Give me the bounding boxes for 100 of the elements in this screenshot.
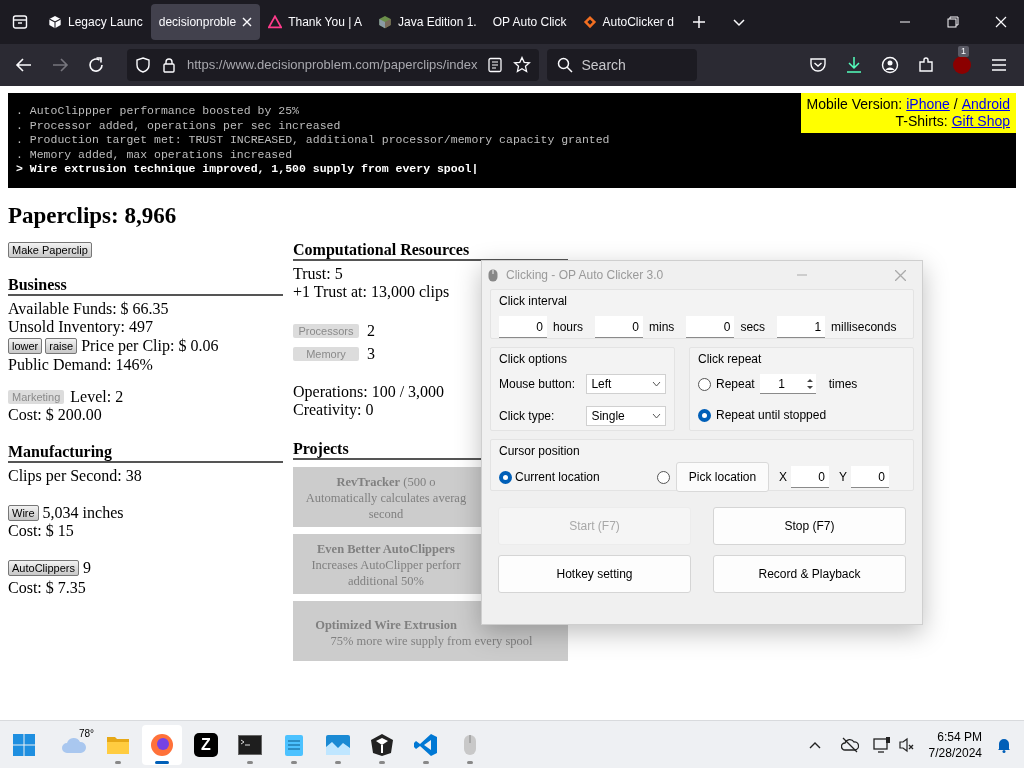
shield-icon[interactable] [135,57,151,73]
clock-date: 7/28/2024 [928,744,982,761]
browser-tab[interactable]: decisionproble [150,4,261,40]
next-trust-text: +1 Trust at: 13,000 clips [293,283,450,301]
project-description: second [367,506,405,522]
dropdown[interactable]: Single [586,406,666,426]
grass-block-icon [378,15,392,29]
action-button[interactable]: Hotkey setting [498,555,691,593]
search-field[interactable]: Search [547,49,698,81]
action-button[interactable]: Record & Playback [713,555,906,593]
clock-time: 6:54 PM [937,728,982,745]
number-field[interactable]: 0 [499,316,547,338]
wire-amount-text: 5,034 inches [42,504,124,522]
weather-temperature: 78° [78,726,94,741]
tab-title: Legacy Launc [68,14,143,31]
dropdown[interactable]: Left [586,374,666,394]
spinner-field[interactable]: 1 [759,374,816,394]
tab-list-icon[interactable] [12,14,28,30]
action-button[interactable]: Stop (F7) [713,507,906,545]
monitor-icon[interactable] [872,736,891,753]
radio-label: Repeat [716,376,755,393]
page-title: Paperclips: 8,966 [8,203,178,229]
speaker-muted-icon[interactable] [898,736,915,753]
app-icon[interactable]: Z [194,732,218,757]
iphone-link[interactable]: iPhone [906,96,950,113]
number-field[interactable]: 0 [686,316,735,338]
browser-tab[interactable]: Java Edition 1. [370,4,485,40]
cube-icon [48,15,62,29]
lower-price-button[interactable]: lower [8,338,43,354]
back-icon[interactable] [15,56,33,74]
cloud-off-icon[interactable] [840,736,859,753]
link-separator: / [953,96,958,113]
tab-title: Thank You | A [288,14,362,31]
raise-price-button[interactable]: raise [45,338,78,354]
number-field[interactable]: 1 [777,316,826,338]
trust-text: Trust: 5 [293,265,343,283]
processors-count-text: 2 [367,322,375,340]
cost-text: Cost: $ 7.35 [8,579,87,597]
unit-label: times [828,376,858,393]
funds-text: Available Funds: $ 66.35 [8,300,170,318]
radio-button[interactable] [698,408,711,422]
browser-tab[interactable]: OP Auto Click [484,4,575,40]
address-bar[interactable]: https://www.decisionproblem.com/paperclips/index [127,49,540,81]
new-tab-icon[interactable] [691,15,706,29]
bell-icon[interactable] [996,736,1012,753]
browser-tab[interactable]: Legacy Launc [40,4,151,40]
wire-button[interactable]: Wire [8,505,39,521]
radio-button[interactable] [698,377,711,391]
browser-tab[interactable]: AutoClicker d [574,4,682,40]
unit-label: secs [740,319,766,336]
radio-button[interactable] [499,470,512,484]
reader-view-icon[interactable] [487,57,504,73]
memory-count-text: 3 [367,345,375,363]
project-title: Even Better AutoClippers [316,541,456,557]
reload-icon[interactable] [87,56,105,74]
creativity-text: Creativity: 0 [293,401,374,419]
triangle-icon [268,15,283,29]
unit-label: milliseconds [831,319,897,336]
number-field[interactable]: 0 [595,316,644,338]
tab-title: OP Auto Click [492,14,567,31]
mouse-icon [488,268,498,282]
number-field[interactable]: 0 [851,466,890,488]
url-text: https://www.decisionproblem.com/paperclips/index [187,56,478,75]
project-title: Optimized Wire Extrusion [314,617,458,633]
lock-icon[interactable] [161,57,177,73]
restore-icon[interactable] [947,16,959,28]
pick-location-button[interactable]: Pick location [676,462,769,492]
chevron-up-icon[interactable] [808,740,821,749]
forward-icon[interactable] [51,56,69,74]
price-text: Price per Clip: $ 0.06 [81,337,219,355]
number-field[interactable]: 0 [791,466,829,488]
menu-icon[interactable] [991,57,1007,73]
pocket-icon[interactable] [809,56,827,74]
cost-text: Cost: $ 200.00 [8,406,103,424]
puzzle-icon[interactable] [917,56,935,74]
autoclippers-count-text: 9 [83,559,91,577]
field-label: Mouse button: [499,376,577,393]
console-line: . Processor added, operations per sec increased [16,118,341,133]
download-icon[interactable] [845,56,863,74]
account-icon[interactable] [881,56,899,74]
gift-shop-link[interactable]: Gift Shop [951,113,1010,130]
bookmark-star-icon[interactable] [513,56,532,74]
diamond-icon [582,15,597,29]
coordinate-label: X [779,469,787,486]
project-description: Automatically calculates averag [304,490,468,506]
marketing-level-text: Level: 2 [70,388,124,406]
coordinate-label: Y [839,469,848,486]
group-label: Click repeat [698,351,763,368]
project-description: 75% more wire supply from every spool [329,633,534,649]
search-placeholder: Search [581,55,626,75]
browser-tab[interactable]: Thank You | A [260,4,370,40]
radio-button[interactable] [657,470,670,484]
demand-text: Public Demand: 146% [8,356,154,374]
browser-icon[interactable] [142,724,182,765]
extension-badge: 1 [958,46,969,57]
make-paperclip-button[interactable]: Make Paperclip [8,242,92,258]
start-icon[interactable] [12,732,36,757]
autoclippers-button[interactable]: AutoClippers [8,560,79,576]
spinner-value: 1 [777,375,787,393]
android-link[interactable]: Android [961,96,1010,113]
